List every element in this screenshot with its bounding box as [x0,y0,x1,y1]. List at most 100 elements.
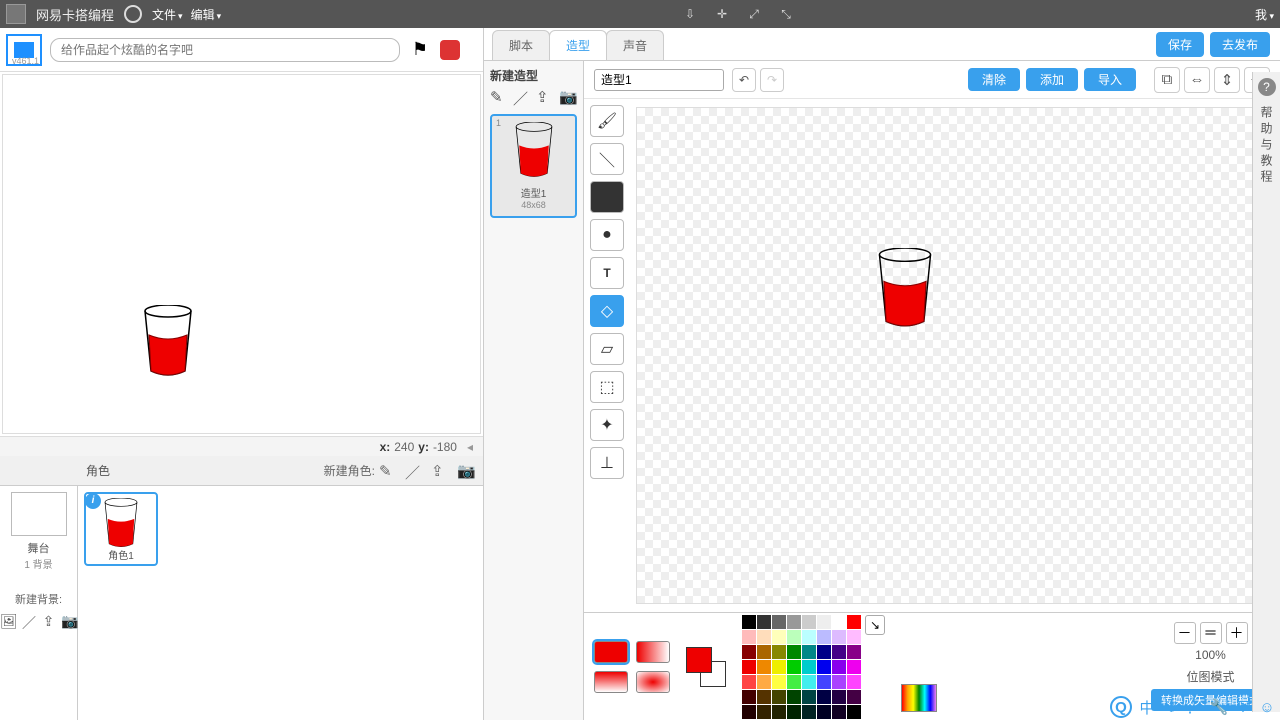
palette-swatch[interactable] [787,645,801,659]
current-colors[interactable] [686,647,726,687]
green-flag-icon[interactable]: ⚑ [408,38,432,62]
save-button[interactable]: 保存 [1156,32,1204,57]
tab-sounds[interactable]: 声音 [606,30,664,60]
flip-h-icon[interactable]: ⇔ [1184,67,1210,93]
costume-library-icon[interactable]: ✎ [490,88,507,106]
fill-grad-horiz[interactable] [636,641,670,663]
palette-swatch[interactable] [742,660,756,674]
stage-thumbnail[interactable] [11,492,67,536]
collapse-icon[interactable]: ◂ [467,440,473,454]
palette-swatch[interactable] [832,675,846,689]
palette-swatch[interactable] [817,615,831,629]
sprite-upload-icon[interactable]: ⇪ [431,462,449,480]
palette-swatch[interactable] [847,660,861,674]
palette-swatch[interactable] [757,690,771,704]
palette-swatch[interactable] [802,630,816,644]
palette-swatch[interactable] [832,645,846,659]
zoom-in-button[interactable]: ＋ [1226,622,1248,644]
crop-icon[interactable]: ⧉ [1154,67,1180,93]
palette-swatch[interactable] [832,690,846,704]
palette-swatch[interactable] [802,690,816,704]
palette-swatch[interactable] [832,615,846,629]
color-palette[interactable] [742,615,861,719]
stamp-tool[interactable]: ⊥ [590,447,624,479]
palette-swatch[interactable] [757,615,771,629]
bg-paint-icon[interactable]: ／ [22,613,36,629]
palette-swatch[interactable] [817,660,831,674]
palette-swatch[interactable] [772,630,786,644]
palette-swatch[interactable] [772,660,786,674]
palette-swatch[interactable] [787,660,801,674]
shrink-icon[interactable]: ⤡ [777,5,795,23]
palette-swatch[interactable] [742,705,756,719]
tray-wrench-icon[interactable]: 🔧 [1210,698,1228,716]
fill-grad-vert[interactable] [594,671,628,693]
palette-swatch[interactable] [742,645,756,659]
zoom-out-button[interactable]: － [1174,622,1196,644]
language-icon[interactable] [124,5,142,23]
sprite-paint-icon[interactable]: ／ [405,462,423,480]
clear-button[interactable]: 清除 [968,68,1020,91]
palette-swatch[interactable] [772,615,786,629]
ellipse-tool[interactable]: ● [590,219,624,251]
palette-swatch[interactable] [847,630,861,644]
palette-swatch[interactable] [847,705,861,719]
palette-swatch[interactable] [772,705,786,719]
flip-v-icon[interactable]: ⇕ [1214,67,1240,93]
palette-swatch[interactable] [802,645,816,659]
project-title-input[interactable] [50,38,400,62]
publish-button[interactable]: 去发布 [1210,32,1270,57]
select-tool[interactable]: ⬚ [590,371,624,403]
stamp-icon[interactable]: ⇩ [681,5,699,23]
palette-swatch[interactable] [772,690,786,704]
palette-swatch[interactable] [787,630,801,644]
line-tool[interactable]: ＼ [590,143,624,175]
palette-swatch[interactable] [742,615,756,629]
tray-moon-icon[interactable]: ☽ [1162,698,1180,716]
tray-shield-icon[interactable]: ⛨ [1234,698,1252,716]
bg-camera-icon[interactable]: 📷 [61,613,77,629]
fill-tool[interactable]: ◇ [590,295,624,327]
palette-swatch[interactable] [802,705,816,719]
palette-swatch[interactable] [787,705,801,719]
tray-signal-icon[interactable]: ⋰ [1186,698,1204,716]
stage-canvas[interactable] [2,74,481,434]
tray-ime-icon[interactable]: 中 [1138,698,1156,716]
costume-camera-icon[interactable]: 📷 [559,88,577,106]
sprite-item[interactable]: i 角色1 [84,492,158,566]
palette-swatch[interactable] [817,645,831,659]
user-menu[interactable]: 我 [1255,6,1274,23]
palette-swatch[interactable] [817,675,831,689]
bg-library-icon[interactable]: 🖼 [0,613,16,629]
color-picker-icon[interactable] [901,684,937,712]
palette-swatch[interactable] [847,690,861,704]
costume-paint-icon[interactable]: ／ [513,88,530,106]
costume-upload-icon[interactable]: ⇪ [536,88,553,106]
tray-qq-icon[interactable]: Q [1110,696,1132,718]
palette-swatch[interactable] [787,690,801,704]
zoom-reset-button[interactable]: ＝ [1200,622,1222,644]
palette-swatch[interactable] [847,615,861,629]
palette-swatch[interactable] [802,675,816,689]
import-button[interactable]: 导入 [1084,68,1136,91]
palette-swatch[interactable] [757,660,771,674]
palette-swatch[interactable] [817,630,831,644]
palette-swatch[interactable] [757,630,771,644]
tray-smile-icon[interactable]: ☺ [1258,698,1276,716]
help-sidebar[interactable]: ? 帮助与教程 [1252,72,1280,712]
paint-canvas[interactable] [636,107,1272,604]
palette-swatch[interactable] [772,645,786,659]
palette-swatch[interactable] [832,660,846,674]
palette-swatch[interactable] [802,660,816,674]
fill-grad-radial[interactable] [636,671,670,693]
palette-swatch[interactable] [817,690,831,704]
undo-button[interactable]: ↶ [732,68,756,92]
palette-swatch[interactable] [742,630,756,644]
palette-swatch[interactable] [832,705,846,719]
stop-button[interactable] [440,40,460,60]
sprite-camera-icon[interactable]: 📷 [457,462,475,480]
palette-swatch[interactable] [742,690,756,704]
costume-thumbnail[interactable]: 1 造型1 48x68 [490,114,577,218]
palette-swatch[interactable] [757,675,771,689]
costume-name-input[interactable] [594,69,724,91]
